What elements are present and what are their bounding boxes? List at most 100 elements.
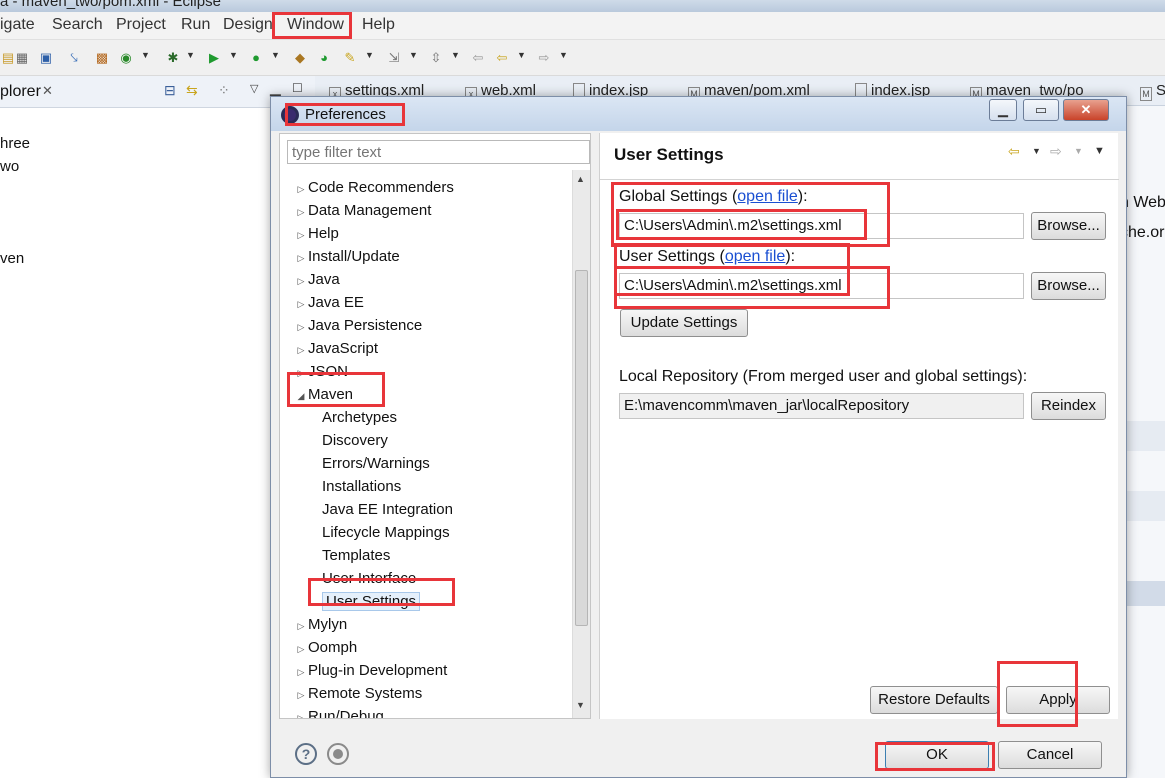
filter-icon[interactable]: ⁘ bbox=[218, 82, 230, 99]
run-external-icon[interactable]: ● bbox=[248, 50, 264, 66]
explorer-title[interactable]: plorer bbox=[0, 83, 41, 101]
scroll-down-icon[interactable]: ▼ bbox=[576, 700, 585, 710]
chevron-down-icon[interactable]: ▼ bbox=[141, 50, 150, 60]
collapsed-arrow-icon[interactable]: ▷ bbox=[294, 707, 308, 718]
reindex-button[interactable]: Reindex bbox=[1031, 392, 1106, 420]
chevron-down-icon[interactable]: ▼ bbox=[451, 50, 460, 60]
forward-icon[interactable]: ⇨ bbox=[1050, 143, 1062, 160]
tree-node-code-recommenders[interactable]: ▷ Code Recommenders bbox=[294, 177, 454, 199]
skip-icon[interactable]: ⤥ bbox=[66, 50, 82, 66]
import-export-icon[interactable] bbox=[327, 743, 349, 765]
collapsed-arrow-icon[interactable]: ▷ bbox=[294, 661, 308, 683]
user-settings-field[interactable]: C:\Users\Admin\.m2\settings.xml bbox=[619, 273, 1024, 299]
collapsed-arrow-icon[interactable]: ▷ bbox=[294, 247, 308, 269]
menu-design[interactable]: Design bbox=[223, 16, 273, 34]
close-button[interactable]: ✕ bbox=[1063, 99, 1109, 121]
collapsed-arrow-icon[interactable]: ▷ bbox=[294, 684, 308, 706]
tree-node-installations[interactable]: Installations bbox=[322, 476, 401, 498]
view-menu-icon[interactable]: ▼ bbox=[1094, 145, 1105, 157]
tree-node-data-management[interactable]: ▷ Data Management bbox=[294, 200, 432, 223]
run-icon[interactable]: ▶ bbox=[206, 50, 222, 66]
chevron-down-icon[interactable]: ▼ bbox=[229, 50, 238, 60]
tree-node-discovery[interactable]: Discovery bbox=[322, 430, 388, 452]
next-annotation-icon[interactable]: ⇳ bbox=[428, 50, 444, 66]
tree-node-maven[interactable]: ◢ Maven bbox=[294, 384, 354, 407]
menu-run[interactable]: Run bbox=[181, 16, 210, 34]
scroll-up-icon[interactable]: ▲ bbox=[576, 174, 585, 184]
maximize-icon[interactable]: ☐ bbox=[292, 81, 303, 95]
apply-button[interactable]: Apply bbox=[1006, 686, 1110, 714]
tree-node-errors-warnings[interactable]: Errors/Warnings bbox=[322, 453, 430, 475]
explorer-tree-item[interactable]: ven bbox=[0, 250, 24, 267]
menu-navigate[interactable]: igate bbox=[0, 16, 35, 34]
collapsed-arrow-icon[interactable]: ▷ bbox=[294, 316, 308, 338]
chevron-down-icon[interactable]: ▼ bbox=[559, 50, 568, 60]
tree-node-remote-systems[interactable]: ▷ Remote Systems bbox=[294, 683, 423, 706]
tree-scrollbar[interactable]: ▲ ▼ bbox=[572, 170, 590, 718]
last-edit-icon[interactable]: ⇦ bbox=[470, 50, 486, 66]
tree-node-help[interactable]: ▷ Help bbox=[294, 223, 339, 245]
explorer-tree-item[interactable]: wo bbox=[0, 158, 19, 175]
tree-node-plug-in-development[interactable]: ▷ Plug-in Development bbox=[294, 660, 448, 683]
collapsed-arrow-icon[interactable]: ▷ bbox=[294, 270, 308, 292]
tree-node-java-ee[interactable]: ▷ Java EE bbox=[294, 292, 364, 314]
tree-node-archetypes[interactable]: Archetypes bbox=[322, 407, 397, 429]
tree-node-user-interface[interactable]: User Interface bbox=[322, 568, 416, 590]
menu-help[interactable]: Help bbox=[362, 16, 395, 34]
chevron-down-icon[interactable]: ▼ bbox=[186, 50, 195, 60]
tree-node-java[interactable]: ▷ Java bbox=[294, 269, 340, 291]
refresh-icon[interactable]: ◉ bbox=[118, 50, 134, 66]
menu-window[interactable]: Window bbox=[287, 16, 344, 34]
maximize-button[interactable]: ▭ bbox=[1023, 99, 1059, 121]
explorer-tree-item[interactable]: hree bbox=[0, 135, 30, 152]
collapse-all-icon[interactable]: ⊟ bbox=[164, 82, 176, 99]
back-icon[interactable]: ⇦ bbox=[494, 50, 510, 66]
close-icon[interactable]: ✕ bbox=[42, 83, 53, 99]
collapsed-arrow-icon[interactable]: ▷ bbox=[294, 293, 308, 315]
filter-input[interactable] bbox=[287, 140, 590, 164]
tree-node-mylyn[interactable]: ▷ Mylyn bbox=[294, 614, 348, 637]
open-type-icon[interactable]: ◆ bbox=[292, 50, 308, 66]
restore-defaults-button[interactable]: Restore Defaults bbox=[870, 686, 998, 714]
collapsed-arrow-icon[interactable]: ▷ bbox=[294, 224, 308, 246]
tree-node-user-settings[interactable]: User Settings bbox=[322, 591, 421, 613]
back-icon[interactable]: ⇦ bbox=[1008, 143, 1020, 160]
chevron-down-icon[interactable]: ▼ bbox=[1032, 146, 1041, 156]
chevron-down-icon[interactable]: ▼ bbox=[271, 50, 280, 60]
user-open-file-link[interactable]: open file bbox=[725, 248, 786, 265]
collapsed-arrow-icon[interactable]: ▷ bbox=[294, 339, 308, 361]
tree-node-java-ee-integration[interactable]: Java EE Integration bbox=[322, 499, 453, 521]
chevron-down-icon[interactable]: ▼ bbox=[409, 50, 418, 60]
help-icon[interactable]: ? bbox=[295, 743, 317, 765]
tree-node-java-persistence[interactable]: ▷ Java Persistence bbox=[294, 315, 423, 338]
scrollbar-thumb[interactable] bbox=[575, 270, 588, 626]
chevron-down-icon[interactable]: ▼ bbox=[1074, 146, 1083, 156]
tree-node-javascript[interactable]: ▷ JavaScript bbox=[294, 338, 379, 361]
collapsed-arrow-icon[interactable]: ▷ bbox=[294, 362, 308, 384]
tree-node-oomph[interactable]: ▷ Oomph bbox=[294, 637, 358, 660]
chevron-down-icon[interactable]: ▼ bbox=[517, 50, 526, 60]
tree-node-lifecycle-mappings[interactable]: Lifecycle Mappings bbox=[322, 522, 450, 544]
forward-icon[interactable]: ⇨ bbox=[536, 50, 552, 66]
menu-project[interactable]: Project bbox=[116, 16, 166, 34]
global-settings-field[interactable]: C:\Users\Admin\.m2\settings.xml bbox=[619, 213, 1024, 239]
collapsed-arrow-icon[interactable]: ▷ bbox=[294, 201, 308, 223]
user-browse-button[interactable]: Browse... bbox=[1031, 272, 1106, 300]
pencil-icon[interactable]: ✎ bbox=[342, 50, 358, 66]
tab-overflow[interactable]: MS bbox=[1140, 82, 1165, 101]
global-open-file-link[interactable]: open file bbox=[737, 188, 798, 205]
update-settings-button[interactable]: Update Settings bbox=[620, 309, 748, 337]
ok-button[interactable]: OK bbox=[885, 741, 989, 769]
new-java-icon[interactable]: ◕ bbox=[316, 50, 332, 66]
minimize-button[interactable]: ▁ bbox=[989, 99, 1017, 121]
collapsed-arrow-icon[interactable]: ▷ bbox=[294, 638, 308, 660]
package-icon[interactable]: ▩ bbox=[94, 50, 110, 66]
collapsed-arrow-icon[interactable]: ▷ bbox=[294, 178, 308, 200]
console-icon[interactable]: ▣ bbox=[38, 50, 54, 66]
dialog-title-bar[interactable]: Preferences ▁ ▭ ✕ bbox=[271, 97, 1126, 131]
save-icon[interactable]: ▦ bbox=[14, 50, 30, 66]
collapsed-arrow-icon[interactable]: ▷ bbox=[294, 615, 308, 637]
expanded-arrow-icon[interactable]: ◢ bbox=[294, 385, 308, 407]
tree-node-json[interactable]: ▷ JSON bbox=[294, 361, 348, 383]
global-browse-button[interactable]: Browse... bbox=[1031, 212, 1106, 240]
